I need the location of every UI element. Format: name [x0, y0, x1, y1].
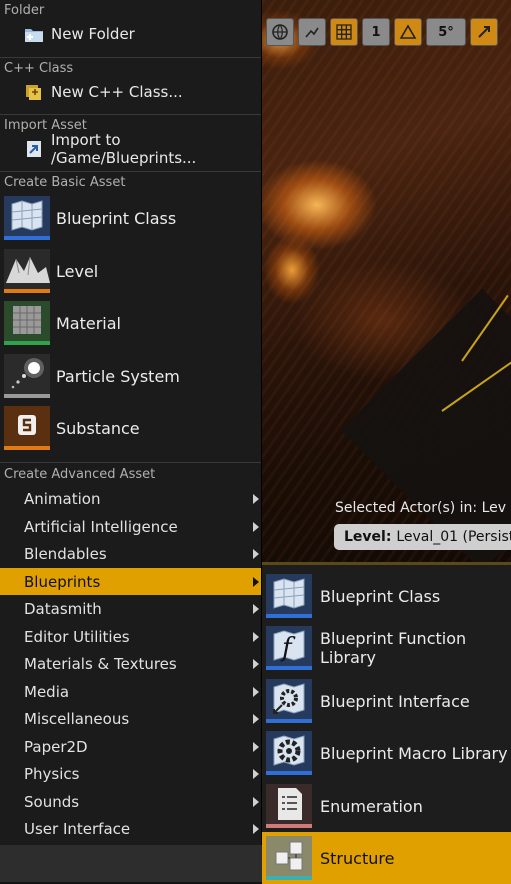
submenu-item-label: Blueprint Class: [320, 586, 441, 606]
submenu-blueprint-class[interactable]: Blueprint Class: [262, 570, 511, 622]
blueprints-submenu: Blueprint Class f Blueprint Function Lib…: [262, 562, 511, 884]
category-sounds[interactable]: Sounds: [0, 788, 261, 815]
level-viewport[interactable]: 1 5° Selected Actor(s) in: Lev Level: Le…: [262, 0, 511, 562]
chevron-right-icon: [253, 603, 259, 614]
enumeration-icon: [266, 784, 312, 828]
rotation-snap-icon[interactable]: [394, 18, 422, 46]
current-level-badge[interactable]: Level: Leval_01 (Persiste: [334, 524, 511, 550]
category-datasmith[interactable]: Datasmith: [0, 595, 261, 622]
basic-asset-label: Level: [56, 261, 99, 281]
blueprint-icon: [4, 196, 50, 240]
chevron-right-icon: [253, 521, 259, 532]
section-header-folder: Folder: [4, 3, 45, 18]
import-icon: [24, 139, 44, 159]
chevron-right-icon: [253, 493, 259, 504]
submenu-enumeration[interactable]: Enumeration: [262, 780, 511, 832]
new-folder-item[interactable]: New Folder: [0, 22, 261, 46]
content-browser-strip: [0, 845, 262, 882]
surface-snap-icon[interactable]: [298, 18, 326, 46]
chevron-right-icon: [253, 576, 259, 587]
submenu-item-label: Blueprint Interface: [320, 691, 470, 711]
category-paper2d[interactable]: Paper2D: [0, 733, 261, 760]
chevron-right-icon: [253, 548, 259, 559]
substance-icon: [4, 406, 50, 450]
submenu-blueprint-macro-library[interactable]: Blueprint Macro Library: [262, 727, 511, 779]
scale-snap-icon[interactable]: [470, 18, 498, 46]
category-materials-textures[interactable]: Materials & Textures: [0, 650, 261, 677]
interface-icon: [266, 679, 312, 723]
selected-actors-text: Selected Actor(s) in: Lev: [335, 500, 507, 516]
basic-asset-blueprint-class[interactable]: Blueprint Class: [0, 192, 261, 244]
category-artificial-intelligence[interactable]: Artificial Intelligence: [0, 513, 261, 540]
submenu-blueprint-interface[interactable]: Blueprint Interface: [262, 675, 511, 727]
chevron-right-icon: [253, 796, 259, 807]
globe-icon[interactable]: [266, 18, 294, 46]
chevron-right-icon: [253, 686, 259, 697]
basic-asset-material[interactable]: Material: [0, 297, 261, 349]
section-header-advanced: Create Advanced Asset: [0, 462, 261, 486]
chevron-right-icon: [253, 713, 259, 724]
chevron-right-icon: [253, 768, 259, 779]
macro-library-icon: [266, 731, 312, 775]
blueprint-icon: [266, 574, 312, 618]
chevron-right-icon: [253, 741, 259, 752]
cpp-class-icon: [24, 82, 44, 102]
basic-asset-level[interactable]: Level: [0, 245, 261, 297]
material-icon: [4, 301, 50, 345]
submenu-structure[interactable]: Structure: [262, 832, 511, 884]
submenu-item-label: Structure: [320, 848, 395, 868]
grid-snap-icon[interactable]: [330, 18, 358, 46]
submenu-item-label: Blueprint Function Library: [320, 629, 467, 667]
basic-asset-particle-system[interactable]: Particle System: [0, 350, 261, 402]
new-folder-icon: [24, 24, 44, 44]
category-physics[interactable]: Physics: [0, 760, 261, 787]
basic-asset-substance[interactable]: Substance: [0, 402, 261, 454]
category-blendables[interactable]: Blendables: [0, 540, 261, 567]
category-miscellaneous[interactable]: Miscellaneous: [0, 705, 261, 732]
category-user-interface[interactable]: User Interface: [0, 815, 261, 842]
chevron-right-icon: [253, 631, 259, 642]
basic-asset-label: Particle System: [56, 366, 180, 386]
basic-asset-label: Blueprint Class: [56, 208, 177, 228]
rotation-snap-value[interactable]: 5°: [426, 18, 466, 46]
viewport-toolbar: 1 5°: [266, 18, 498, 46]
submenu-item-label: Blueprint Macro Library: [320, 743, 508, 763]
category-animation[interactable]: Animation: [0, 485, 261, 512]
category-media[interactable]: Media: [0, 678, 261, 705]
grid-snap-value[interactable]: 1: [362, 18, 390, 46]
chevron-right-icon: [253, 658, 259, 669]
new-cpp-class-item[interactable]: New C++ Class...: [0, 80, 261, 104]
import-asset-item[interactable]: Import to /Game/Blueprints...: [0, 131, 261, 167]
new-folder-label: New Folder: [51, 25, 135, 43]
new-cpp-class-label: New C++ Class...: [51, 83, 183, 101]
chevron-right-icon: [253, 823, 259, 834]
structure-icon: [266, 836, 312, 880]
category-blueprints[interactable]: Blueprints: [0, 568, 261, 595]
import-asset-label: Import to /Game/Blueprints...: [51, 131, 197, 167]
add-new-menu: Folder New Folder C++ Class New C++ Clas…: [0, 0, 262, 845]
basic-asset-label: Material: [56, 313, 121, 333]
category-editor-utilities[interactable]: Editor Utilities: [0, 623, 261, 650]
submenu-item-label: Enumeration: [320, 796, 423, 816]
section-header-basic: Create Basic Asset: [0, 171, 261, 191]
basic-asset-label: Substance: [56, 418, 140, 438]
section-header-cpp: C++ Class: [0, 57, 261, 77]
particle-icon: [4, 354, 50, 398]
function-library-icon: f: [266, 626, 312, 670]
submenu-blueprint-function-library[interactable]: f Blueprint Function Library: [262, 622, 511, 674]
level-icon: [4, 249, 50, 293]
